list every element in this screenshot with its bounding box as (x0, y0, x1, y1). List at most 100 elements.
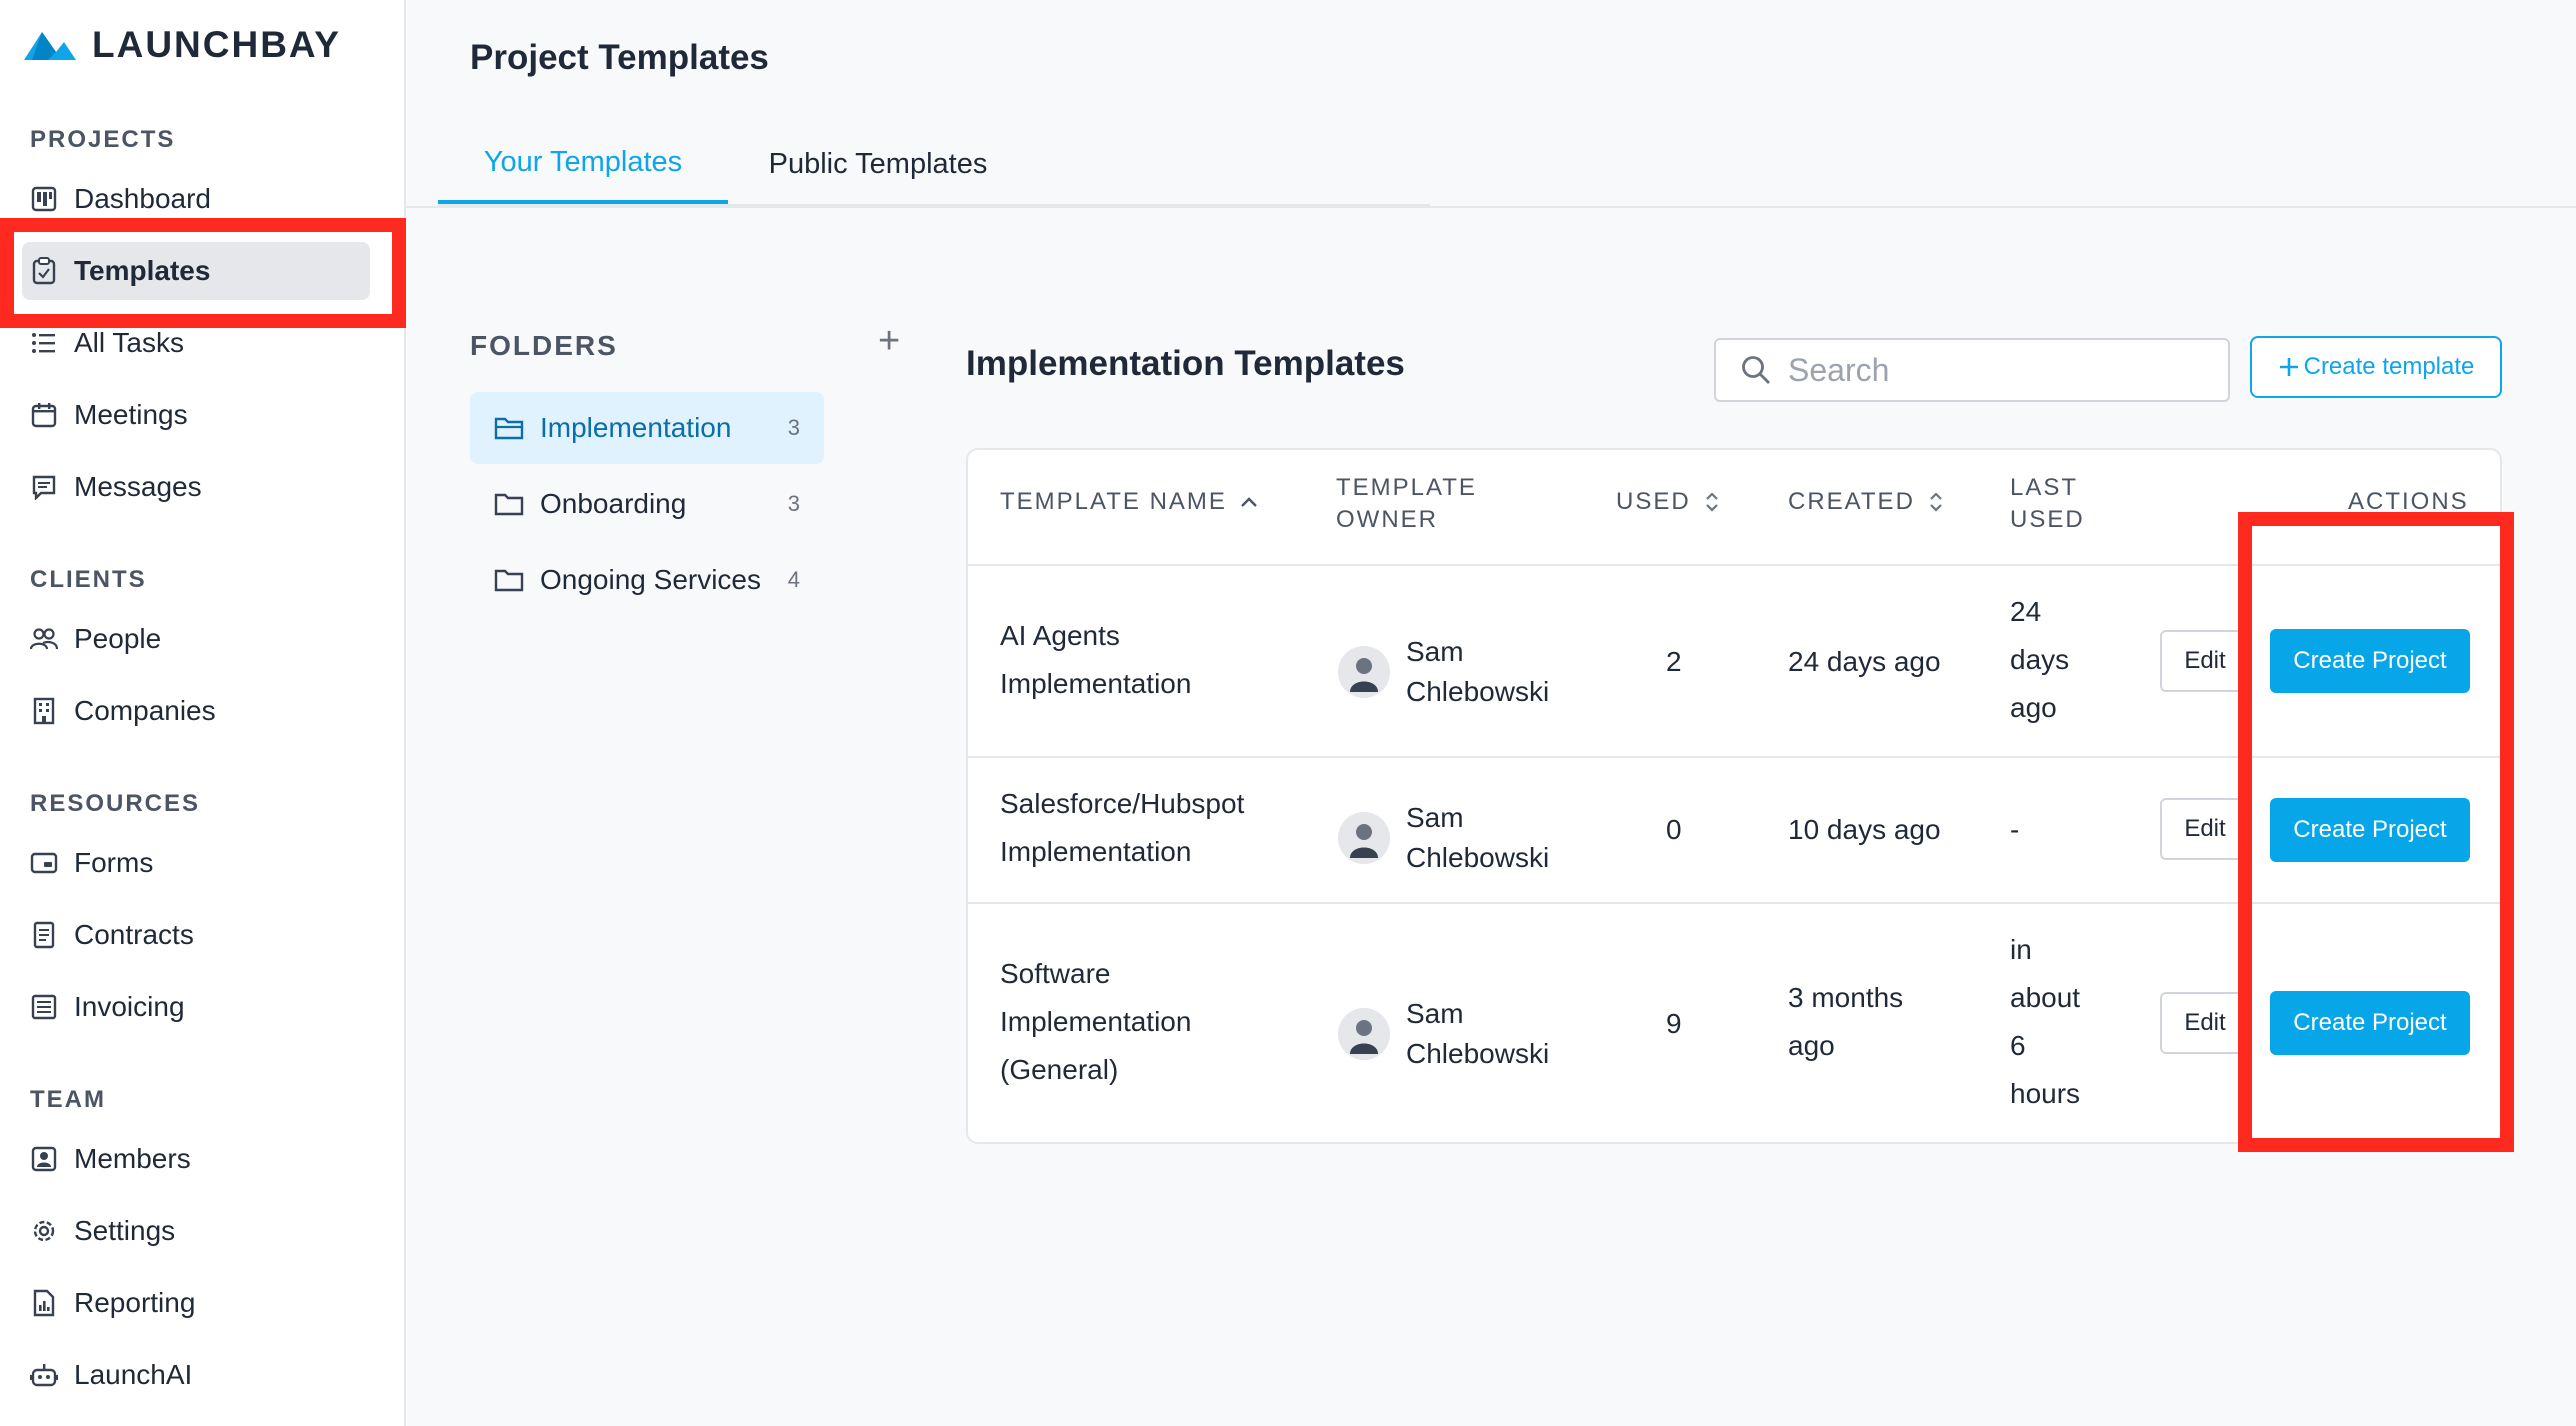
last-used-date: in about 6 hours (2010, 934, 2081, 1109)
column-header-used[interactable]: USED (1616, 486, 1721, 518)
sidebar-item-label: Settings (74, 1215, 176, 1246)
add-folder-button[interactable]: + (878, 320, 900, 363)
folder-count: 3 (787, 415, 800, 440)
template-owner: Sam Chlebowski (1338, 632, 1566, 712)
column-header-label: USED (1616, 488, 1691, 515)
sidebar-item-meetings[interactable]: Meetings (22, 386, 370, 444)
owner-name: Sam Chlebowski (1406, 998, 1550, 1069)
section-title-resources: RESOURCES (30, 790, 201, 817)
robot-icon (30, 1361, 58, 1389)
sidebar-item-label: Invoicing (74, 991, 185, 1022)
column-header-created[interactable]: CREATED (1788, 486, 1945, 518)
calendar-icon (30, 401, 58, 429)
sidebar-item-label: LaunchAI (74, 1359, 193, 1390)
report-icon (30, 1289, 58, 1317)
created-date: 3 months ago (1788, 982, 1904, 1061)
column-header-label: TEMPLATE NAME (1000, 488, 1227, 515)
gear-icon (30, 1217, 58, 1245)
templates-section-title: Implementation Templates (966, 344, 1405, 383)
folder-label: Ongoing Services (540, 564, 762, 595)
avatar (1338, 1008, 1390, 1060)
invoice-icon (30, 993, 58, 1021)
folder-ongoing-services[interactable]: Ongoing Services 4 (470, 544, 824, 616)
tab-bar: Your Templates Public Templates (438, 124, 1430, 206)
sidebar-item-label: Companies (74, 695, 216, 726)
sidebar-item-label: All Tasks (74, 327, 184, 358)
used-count: 0 (1666, 814, 1682, 845)
header-divider (406, 206, 2576, 208)
main-content: Project Templates Your Templates Public … (406, 0, 2576, 1426)
created-date: 10 days ago (1788, 814, 1941, 845)
sidebar-item-people[interactable]: People (22, 610, 370, 668)
sidebar-item-members[interactable]: Members (22, 1130, 370, 1188)
highlight-box-templates (0, 218, 406, 328)
last-used-date: - (2010, 814, 2020, 845)
document-icon (30, 921, 58, 949)
folder-open-icon (494, 417, 524, 440)
search-placeholder: Search (1788, 351, 1890, 388)
column-header-label: CREATED (1788, 488, 1915, 515)
folder-onboarding[interactable]: Onboarding 3 (470, 468, 824, 540)
edit-button[interactable]: Edit (2160, 798, 2250, 860)
folder-icon (494, 569, 524, 592)
tab-public-templates[interactable]: Public Templates (728, 124, 1028, 204)
sort-asc-icon (1241, 497, 1257, 507)
people-icon (30, 625, 58, 653)
column-header-template-name[interactable]: TEMPLATE NAME (1000, 486, 1259, 518)
sort-both-icon (1930, 492, 1942, 512)
folders-title: FOLDERS (470, 330, 618, 361)
folder-label: Implementation (540, 412, 732, 443)
folder-count: 4 (787, 567, 800, 592)
owner-name: Sam Chlebowski (1406, 636, 1550, 707)
last-used-date: 24 days ago (2010, 596, 2070, 723)
template-owner: Sam Chlebowski (1338, 994, 1566, 1074)
folder-count: 3 (787, 491, 800, 516)
sidebar-item-label: People (74, 623, 162, 654)
avatar (1338, 812, 1390, 864)
sidebar-item-label: Dashboard (74, 183, 211, 214)
column-header-template-owner: TEMPLATE OWNER (1336, 474, 1477, 533)
logo[interactable]: LAUNCHBAY (22, 24, 341, 66)
template-name[interactable]: AI Agents Implementation (1000, 612, 1220, 708)
created-date: 24 days ago (1788, 646, 1941, 677)
sidebar-item-companies[interactable]: Companies (22, 682, 370, 740)
section-title-team: TEAM (30, 1086, 106, 1113)
sidebar-item-label: Meetings (74, 399, 188, 430)
sidebar: LAUNCHBAY PROJECTS Dashboard Templates A… (0, 0, 406, 1426)
sidebar-item-messages[interactable]: Messages (22, 458, 370, 516)
sidebar-item-label: Members (74, 1143, 191, 1174)
form-icon (30, 849, 58, 877)
template-name[interactable]: Software Implementation (General) (1000, 950, 1220, 1094)
used-count: 2 (1666, 646, 1682, 677)
edit-button[interactable]: Edit (2160, 630, 2250, 692)
template-name[interactable]: Salesforce/Hubspot Implementation (1000, 780, 1260, 876)
sidebar-item-launchai[interactable]: LaunchAI (22, 1346, 370, 1404)
tab-your-templates[interactable]: Your Templates (438, 124, 728, 204)
page-title: Project Templates (470, 38, 769, 77)
folder-label: Onboarding (540, 488, 687, 519)
folder-icon (494, 493, 524, 516)
brand-name: LAUNCHBAY (92, 24, 341, 65)
dashboard-icon (30, 185, 58, 213)
message-icon (30, 473, 58, 501)
search-input[interactable]: Search (1714, 338, 2230, 402)
owner-name: Sam Chlebowski (1406, 802, 1550, 873)
sidebar-item-contracts[interactable]: Contracts (22, 906, 370, 964)
create-template-label: Create template (2303, 353, 2475, 380)
highlight-box-create-project (2238, 512, 2514, 1152)
building-icon (30, 697, 58, 725)
sidebar-item-settings[interactable]: Settings (22, 1202, 370, 1260)
sidebar-item-label: Forms (74, 847, 154, 878)
folder-implementation[interactable]: Implementation 3 (470, 392, 824, 464)
sidebar-item-forms[interactable]: Forms (22, 834, 370, 892)
edit-button[interactable]: Edit (2160, 992, 2250, 1054)
sidebar-item-reporting[interactable]: Reporting (22, 1274, 370, 1332)
sidebar-item-label: Messages (74, 471, 202, 502)
sidebar-item-invoicing[interactable]: Invoicing (22, 978, 370, 1036)
sidebar-item-label: Contracts (74, 919, 194, 950)
avatar (1338, 646, 1390, 698)
sort-both-icon (1705, 492, 1718, 512)
search-icon (1742, 356, 1770, 384)
create-template-button[interactable]: Create template (2250, 336, 2502, 398)
member-icon (30, 1145, 58, 1173)
